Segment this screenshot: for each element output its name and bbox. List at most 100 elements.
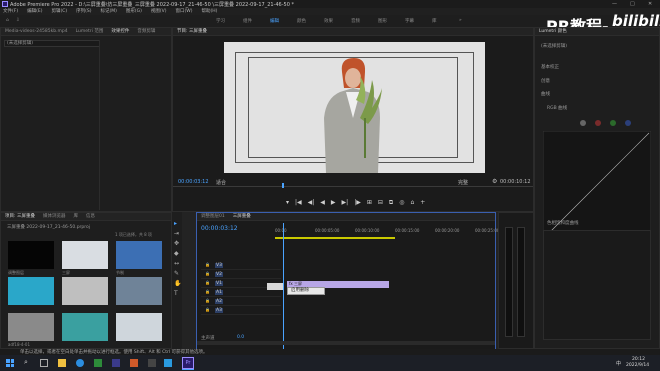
clip-v1-a[interactable] [267,283,283,290]
timeline-tab-0[interactable]: 调整图层01 [201,214,225,219]
lock-icon[interactable]: 🔒 [205,289,210,294]
menu-item-5[interactable]: 图形(G) [126,9,142,14]
timeline-playhead[interactable] [283,223,284,349]
workspace-tab-8[interactable]: 库 [432,18,437,24]
selection-tool-icon[interactable]: ▸ [174,220,177,227]
step-back-icon[interactable]: ◀ [320,199,325,207]
context-menu-enable-delete[interactable]: 启用删除 [291,288,309,293]
timeline-ruler[interactable]: 00:00 00:00:05:00 00:00:10:00 00:00:15:00 00… [275,228,499,236]
edge-icon[interactable] [76,359,84,367]
section-curves[interactable]: 曲线 [541,91,550,97]
track-label[interactable]: V3 [215,263,223,268]
program-timecode[interactable]: 00:00:03:12 [178,179,209,185]
menu-item-1[interactable]: 编辑(E) [27,9,42,14]
app-icon-blue[interactable] [164,359,172,367]
workspace-tab-6[interactable]: 图形 [378,18,387,24]
menu-item-3[interactable]: 序列(S) [76,9,91,14]
track-label[interactable]: V1 [215,281,223,286]
lock-icon[interactable]: 🔒 [205,271,210,276]
minimize-button[interactable]: — [612,1,617,7]
app-icon-green[interactable] [94,359,102,367]
search-icon[interactable]: ⌕ [24,358,28,367]
source-tab-1[interactable]: Lumetri 范围 [76,29,104,34]
wrench-icon[interactable]: ⚙ [492,178,497,185]
project-item-thumbnail[interactable] [62,241,108,269]
master-volume[interactable]: 0.0 [237,335,244,340]
close-button[interactable]: ✕ [648,1,652,7]
menu-item-6[interactable]: 视图(V) [151,9,167,14]
workspace-tab-2[interactable]: 编辑 [270,18,279,24]
project-item-thumbnail[interactable] [62,313,108,341]
lock-icon[interactable]: 🔒 [205,307,210,312]
project-item-thumbnail[interactable] [8,241,54,269]
project-tab-0[interactable]: 项目: 三屏重叠 [5,214,35,219]
add-button-icon[interactable]: + [420,199,425,207]
marker-icon[interactable]: ▾ [286,199,289,207]
pen-tool-icon[interactable]: ✎ [174,270,179,277]
ripple-edit-tool-icon[interactable]: ✥ [174,240,179,247]
track-label[interactable]: A3 [215,308,223,313]
source-tab-3[interactable]: 音频剪辑 [137,29,155,34]
quality-dropdown[interactable]: 完整 [458,179,468,186]
insert-icon[interactable]: ⊞ [367,199,372,207]
lock-icon[interactable]: 🔒 [205,298,210,303]
export-frame-icon[interactable]: ⧉ [389,199,393,207]
step-forward-icon[interactable]: ▶| [342,199,349,207]
curve-channel-white[interactable] [580,120,586,126]
track-select-tool-icon[interactable]: ⇥ [174,230,179,237]
timeline-scrollbar[interactable] [197,341,495,345]
workspace-tab-4[interactable]: 效果 [324,18,333,24]
menu-item-2[interactable]: 剪辑(C) [51,9,67,14]
hand-tool-icon[interactable]: ✋ [174,280,181,287]
clock-date[interactable]: 2022/9/14 [626,363,649,368]
work-area-bar[interactable] [275,237,395,239]
slip-tool-icon[interactable]: ↔ [174,260,179,267]
settings-icon[interactable]: ⌂ [410,199,414,207]
menu-item-7[interactable]: 窗口(W) [176,9,193,14]
curve-channel-blue[interactable] [625,120,631,126]
track-label[interactable]: A2 [215,299,223,304]
tab-program[interactable]: 节目: 三屏重叠 [177,29,207,34]
ime-indicator[interactable]: 中 [616,360,621,367]
workspace-tab-3[interactable]: 颜色 [297,18,306,24]
premiere-taskbar-icon[interactable]: Pr [182,357,194,369]
workspace-tab-5[interactable]: 音频 [351,18,360,24]
lumetri-tab-0[interactable]: Lumetri 颜色 [539,29,567,34]
import-icon[interactable]: ⇩ [16,18,20,23]
file-explorer-icon[interactable] [58,359,66,367]
go-to-out-icon[interactable]: |▶ [354,199,361,207]
track-label[interactable]: A1 [215,290,223,295]
project-item-thumbnail[interactable] [116,241,162,269]
workspace-tab-0[interactable]: 学习 [216,18,225,24]
menu-item-8[interactable]: 帮助(H) [201,9,217,14]
workspace-tab-1[interactable]: 组件 [243,18,252,24]
section-rgb-curves[interactable]: RGB 曲线 [547,105,567,111]
source-tab-0[interactable]: Media-videos-24585kb.mp4 [5,29,68,34]
app-icon-gray[interactable] [148,359,156,367]
project-tab-2[interactable]: 库 [73,214,78,219]
curve-channel-red[interactable] [595,120,601,126]
lock-icon[interactable]: 🔒 [205,262,210,267]
monitor-playhead[interactable] [282,183,284,188]
section-creative[interactable]: 创意 [541,78,550,84]
comparison-icon[interactable]: ◎ [399,199,404,207]
play-icon[interactable]: ▶ [331,199,336,207]
project-item-thumbnail[interactable] [8,277,54,305]
curve-channel-green[interactable] [610,120,616,126]
start-button[interactable] [6,359,14,367]
in-point-icon[interactable]: |◀ [295,199,302,207]
fit-dropdown[interactable]: 适合 [216,179,226,186]
razor-tool-icon[interactable]: ◆ [174,250,179,257]
project-item-thumbnail[interactable] [8,313,54,341]
track-label[interactable]: V2 [215,272,223,277]
menu-item-4[interactable]: 标记(M) [101,9,117,14]
app-icon-orange[interactable] [130,359,138,367]
timeline-tab-1[interactable]: 三屏重叠 [233,214,251,219]
maximize-button[interactable]: □ [630,1,635,7]
timeline-timecode[interactable]: 00:00:03:12 [201,225,238,232]
out-point-icon[interactable]: ◀| [308,199,315,207]
section-basic-correction[interactable]: 基本校正 [541,64,559,70]
clock-time[interactable]: 20:12 [632,357,645,362]
workspace-tab-9[interactable]: » [459,18,462,23]
task-view-icon[interactable] [40,359,48,367]
